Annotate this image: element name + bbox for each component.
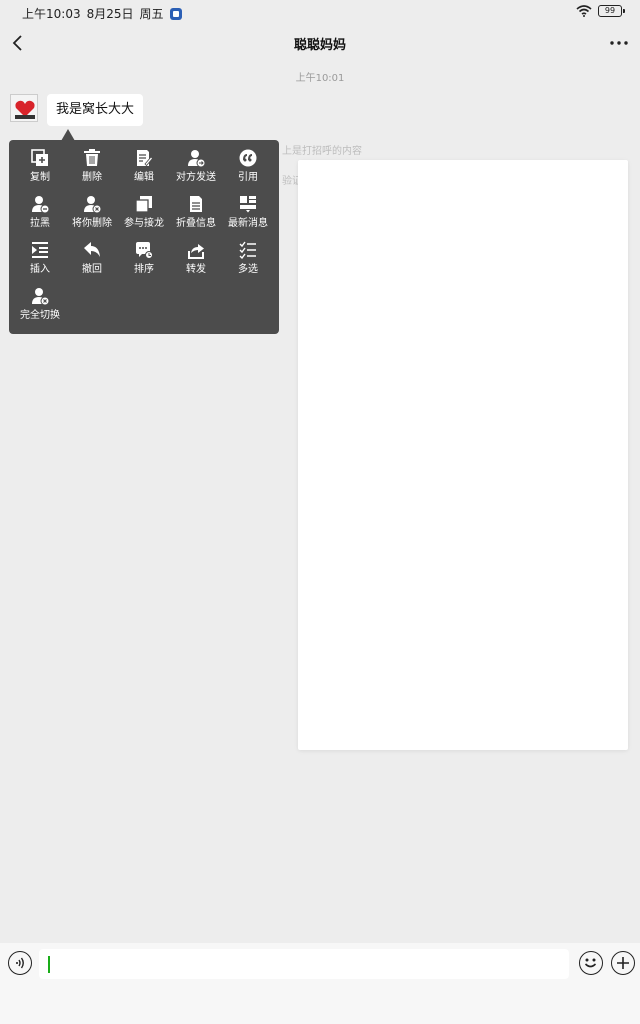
menu-item-label: 排序	[134, 264, 154, 275]
forward-icon	[186, 240, 206, 260]
status-bar: 上午10:03 8月25日 周五 99	[0, 0, 640, 26]
copy-icon	[30, 148, 50, 168]
status-weekday: 周五	[139, 7, 164, 21]
voice-icon	[16, 957, 24, 969]
menu-item-block[interactable]: 拉黑	[10, 194, 70, 238]
menu-item-other-send[interactable]: 对方发送	[166, 148, 226, 192]
undo-icon	[82, 240, 102, 260]
menu-item-deleted-you[interactable]: 将你删除	[62, 194, 122, 238]
avatar[interactable]	[10, 94, 38, 122]
menu-item-label: 引用	[238, 172, 258, 183]
insert-icon	[30, 240, 50, 260]
menu-item-label: 将你删除	[72, 218, 112, 229]
menu-item-forward[interactable]: 转发	[166, 240, 226, 284]
input-bar	[0, 943, 640, 1024]
quote-icon	[238, 148, 258, 168]
menu-item-label: 转发	[186, 264, 206, 275]
battery-indicator: 99	[598, 5, 625, 17]
menu-item-recall[interactable]: 撤回	[62, 240, 122, 284]
heart-avatar-icon	[11, 95, 37, 121]
trash-icon	[82, 148, 102, 168]
menu-item-label: 最新消息	[228, 218, 268, 229]
status-right: 99	[576, 5, 625, 17]
emoji-icon	[584, 958, 597, 968]
menu-item-label: 参与接龙	[124, 218, 164, 229]
menu-item-label: 折叠信息	[176, 218, 216, 229]
menu-item-copy[interactable]: 复制	[10, 148, 70, 192]
menu-item-sort[interactable]: 排序	[114, 240, 174, 284]
menu-item-label: 拉黑	[30, 218, 50, 229]
menu-item-label: 撤回	[82, 264, 102, 275]
voice-button[interactable]	[8, 951, 32, 975]
more-actions-button[interactable]	[611, 951, 635, 975]
faded-text: 上是打招呼的内容	[282, 146, 362, 157]
fold-icon	[186, 194, 206, 214]
menu-item-label: 复制	[30, 172, 50, 183]
menu-item-edit[interactable]: 编辑	[114, 148, 174, 192]
message-bubble[interactable]: 我是窝长大大	[47, 94, 144, 126]
more-dots-icon	[610, 41, 628, 45]
menu-item-insert[interactable]: 插入	[10, 240, 70, 284]
user-delete-icon	[82, 194, 102, 214]
user-block-icon	[30, 194, 50, 214]
menu-item-label: 对方发送	[176, 172, 216, 183]
more-button[interactable]	[606, 30, 632, 56]
status-time: 上午10:03	[22, 7, 81, 21]
side-panel	[298, 160, 628, 750]
wifi-icon	[576, 5, 592, 17]
chat-title: 聪聪妈妈	[293, 38, 346, 53]
multi-select-icon	[238, 240, 258, 260]
menu-item-label: 编辑	[134, 172, 154, 183]
app-notification-icon	[169, 7, 182, 20]
emoji-button[interactable]	[579, 951, 603, 975]
nav-bar: 聪聪妈妈	[0, 26, 640, 60]
user-switch-icon	[30, 286, 50, 306]
menu-item-label: 插入	[30, 264, 50, 275]
edit-icon	[134, 148, 154, 168]
menu-item-delete[interactable]: 删除	[62, 148, 122, 192]
latest-message-icon	[238, 194, 258, 214]
message-input[interactable]	[39, 949, 569, 979]
menu-item-multi-select[interactable]: 多选	[218, 240, 278, 284]
message-context-menu: 复制 删除 编辑 对方发送 引用 拉黑 将你删除 参与接龙 折叠信息 最新消息 …	[9, 140, 279, 334]
menu-item-fold[interactable]: 折叠信息	[166, 194, 226, 238]
text-cursor	[48, 956, 50, 973]
status-left: 上午10:03 8月25日 周五	[22, 5, 182, 22]
menu-item-full-switch[interactable]: 完全切换	[10, 286, 70, 330]
menu-item-latest[interactable]: 最新消息	[218, 194, 278, 238]
sort-icon	[134, 240, 154, 260]
menu-item-join-chain[interactable]: 参与接龙	[114, 194, 174, 238]
message-timestamp: 上午10:01	[295, 73, 345, 84]
status-date: 8月25日	[86, 7, 134, 21]
menu-item-label: 完全切换	[20, 310, 60, 321]
menu-item-label: 多选	[238, 264, 258, 275]
user-send-icon	[186, 148, 206, 168]
menu-item-quote[interactable]: 引用	[218, 148, 278, 192]
chain-icon	[134, 194, 154, 214]
menu-item-label: 删除	[82, 172, 102, 183]
plus-icon	[617, 957, 629, 969]
